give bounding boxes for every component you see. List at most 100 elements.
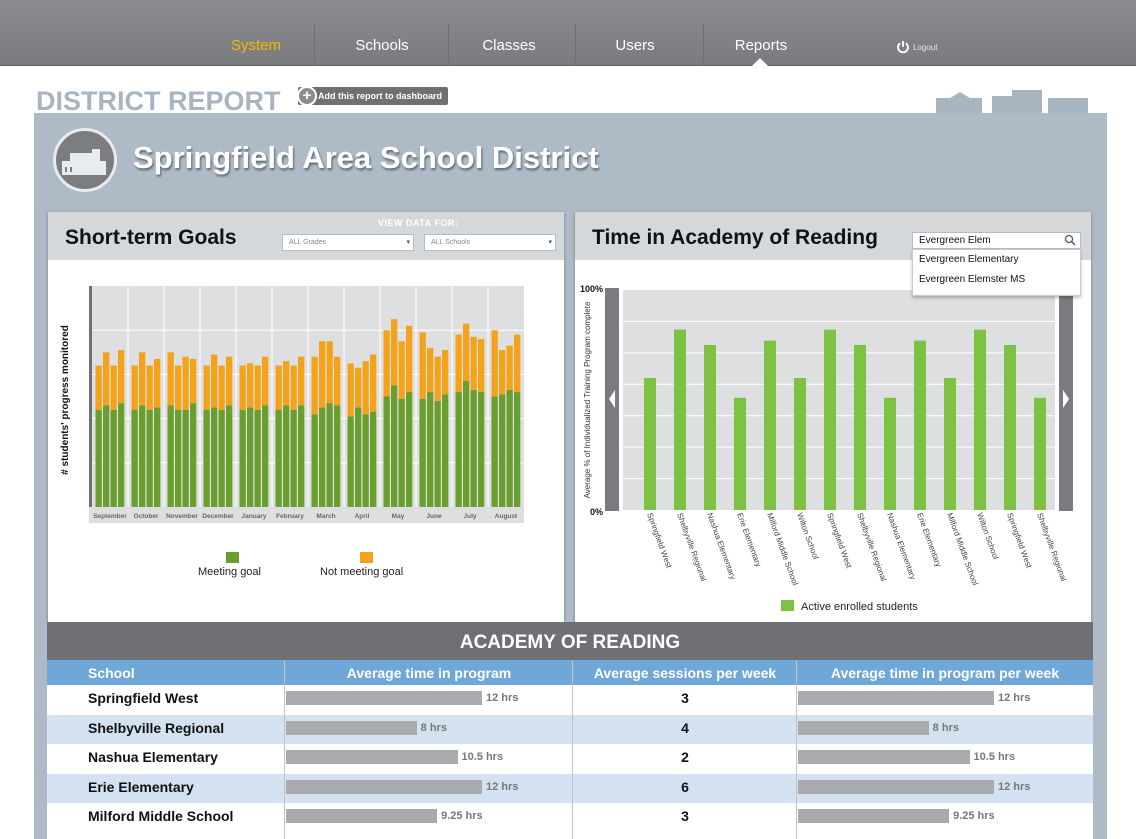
avg-time-bar [286, 750, 458, 764]
nav-schools[interactable]: Schools [336, 20, 428, 66]
per-week-label: 12 hrs [998, 780, 1031, 793]
column-header-avg-time[interactable]: Average time in program [285, 660, 573, 685]
bar-meeting-goal [226, 405, 233, 507]
power-icon [897, 41, 909, 54]
bar-not-meeting-goal [190, 358, 197, 404]
school-search-input[interactable]: Evergreen Elem [912, 232, 1081, 249]
bar-meeting-goal [95, 409, 102, 507]
column-header-per-week[interactable]: Average time in program per week [797, 660, 1093, 685]
x-tick-label: Milford Middle School [765, 512, 800, 587]
nav-divider [575, 24, 576, 66]
bar-meeting-goal [514, 392, 521, 507]
avg-time-label: 12 hrs [486, 692, 519, 704]
bar-meeting-goal [290, 409, 297, 507]
bar-not-meeting-goal [247, 363, 254, 408]
x-tick-label: Nashua Elementary [705, 512, 737, 581]
sessions-cell: 3 [681, 808, 689, 824]
search-input-value: Evergreen Elem [919, 235, 991, 246]
bar-active-students [734, 397, 746, 510]
bar-not-meeting-goal [110, 365, 117, 410]
bar-not-meeting-goal [478, 339, 485, 393]
grade-select[interactable]: ALL Grades ▾ [282, 234, 414, 251]
y-axis-label: # students' progress monitored [60, 325, 71, 475]
bar-meeting-goal [319, 407, 326, 507]
bar-not-meeting-goal [226, 356, 233, 406]
school-select-value: ALL Schools [431, 239, 471, 246]
bar-meeting-goal [262, 405, 269, 507]
nav-users[interactable]: Users [592, 20, 678, 66]
time-in-aor-panel: Time in Academy of Reading Evergreen Ele… [575, 212, 1091, 622]
panel-header: Time in Academy of Reading Evergreen Ele… [575, 212, 1091, 296]
bar-meeting-goal [398, 398, 405, 507]
time-in-aor-chart: 100% 0% Average % of Individualized Trai… [580, 284, 1073, 613]
bar-not-meeting-goal [154, 358, 161, 408]
bar-not-meeting-goal [419, 332, 426, 399]
bar-meeting-goal [455, 392, 462, 507]
table-row[interactable]: Nashua Elementary 10.5 hrs 2 10.5 hrs [47, 744, 1093, 773]
school-select[interactable]: ALL Schools ▾ [424, 234, 556, 251]
school-name-cell: Nashua Elementary [88, 749, 218, 765]
legend-swatch-meeting [226, 552, 239, 563]
search-icon[interactable] [1064, 234, 1076, 246]
bar-not-meeting-goal [182, 356, 189, 410]
bar-meeting-goal [146, 409, 153, 507]
avg-time-bar [286, 779, 482, 794]
page-root: { "nav": { "items": [ {"label": "System"… [0, 0, 1136, 839]
column-divider [572, 660, 573, 839]
logout-button[interactable]: Logout [896, 40, 937, 54]
bar-not-meeting-goal [118, 350, 125, 404]
bar-meeting-goal [118, 403, 125, 507]
x-tick-label: Milford Middle School [945, 512, 980, 587]
bar-meeting-goal [499, 394, 506, 507]
bar-not-meeting-goal [370, 354, 377, 412]
short-term-goals-panel: Short-term Goals VIEW DATA FOR: ALL Grad… [48, 212, 564, 622]
bar-meeting-goal [463, 381, 470, 507]
add-to-dashboard-button[interactable]: + Add this report to dashboard [297, 86, 449, 106]
bar-meeting-goal [419, 398, 426, 507]
bar-meeting-goal [383, 396, 390, 507]
logout-label: Logout [913, 42, 938, 52]
per-week-bar [798, 809, 950, 823]
column-header-school[interactable]: School [47, 660, 285, 685]
bar-meeting-goal [239, 409, 246, 507]
legend-not-meeting-label: Not meeting goal [320, 566, 403, 578]
suggestion-item[interactable]: Evergreen Elementary [913, 250, 1080, 270]
bar-active-students [644, 378, 656, 510]
table-row[interactable]: Shelbyville Regional 8 hrs 4 8 hrs [47, 714, 1093, 744]
bar-active-students [944, 378, 956, 510]
suggestion-item[interactable]: Evergreen Elemster MS [913, 270, 1080, 290]
bar-not-meeting-goal [434, 356, 441, 401]
bar-not-meeting-goal [175, 365, 182, 410]
legend-swatch-active [781, 600, 794, 611]
table-row[interactable]: Erie Elementary 12 hrs 6 12 hrs [47, 773, 1093, 803]
bar-meeting-goal [362, 414, 369, 507]
avg-time-bar [286, 720, 417, 735]
bar-meeting-goal [355, 407, 362, 507]
x-tick-label: October [134, 513, 159, 520]
table-row[interactable]: Milford Middle School 9.25 hrs 3 9.25 hrs [47, 803, 1093, 832]
column-divider [284, 660, 285, 839]
bar-not-meeting-goal [254, 365, 261, 410]
column-header-sessions[interactable]: Average sessions per week [573, 660, 797, 685]
y-tick-top: 100% [580, 284, 603, 294]
bar-not-meeting-goal [383, 330, 390, 397]
table-row[interactable]: Springfield West 12 hrs 3 12 hrs [47, 685, 1093, 714]
nav-system[interactable]: System [216, 20, 296, 66]
bar-meeting-goal [298, 405, 305, 507]
x-tick-label: Shelbyville Regional [675, 512, 708, 583]
bar-not-meeting-goal [326, 341, 333, 404]
bar-active-students [764, 340, 776, 510]
bar-not-meeting-goal [319, 341, 326, 408]
bar-meeting-goal [254, 409, 261, 507]
plot-background [623, 290, 1055, 510]
nav-classes[interactable]: Classes [464, 20, 554, 66]
nav-divider [448, 24, 449, 66]
per-week-label: 9.25 hrs [953, 810, 995, 822]
bar-not-meeting-goal [139, 352, 146, 406]
bar-not-meeting-goal [514, 334, 521, 393]
x-tick-label: April [355, 513, 370, 520]
x-tick-label: December [202, 513, 234, 520]
x-tick-label: May [392, 513, 405, 520]
bar-not-meeting-goal [355, 367, 362, 408]
bar-not-meeting-goal [499, 350, 506, 395]
